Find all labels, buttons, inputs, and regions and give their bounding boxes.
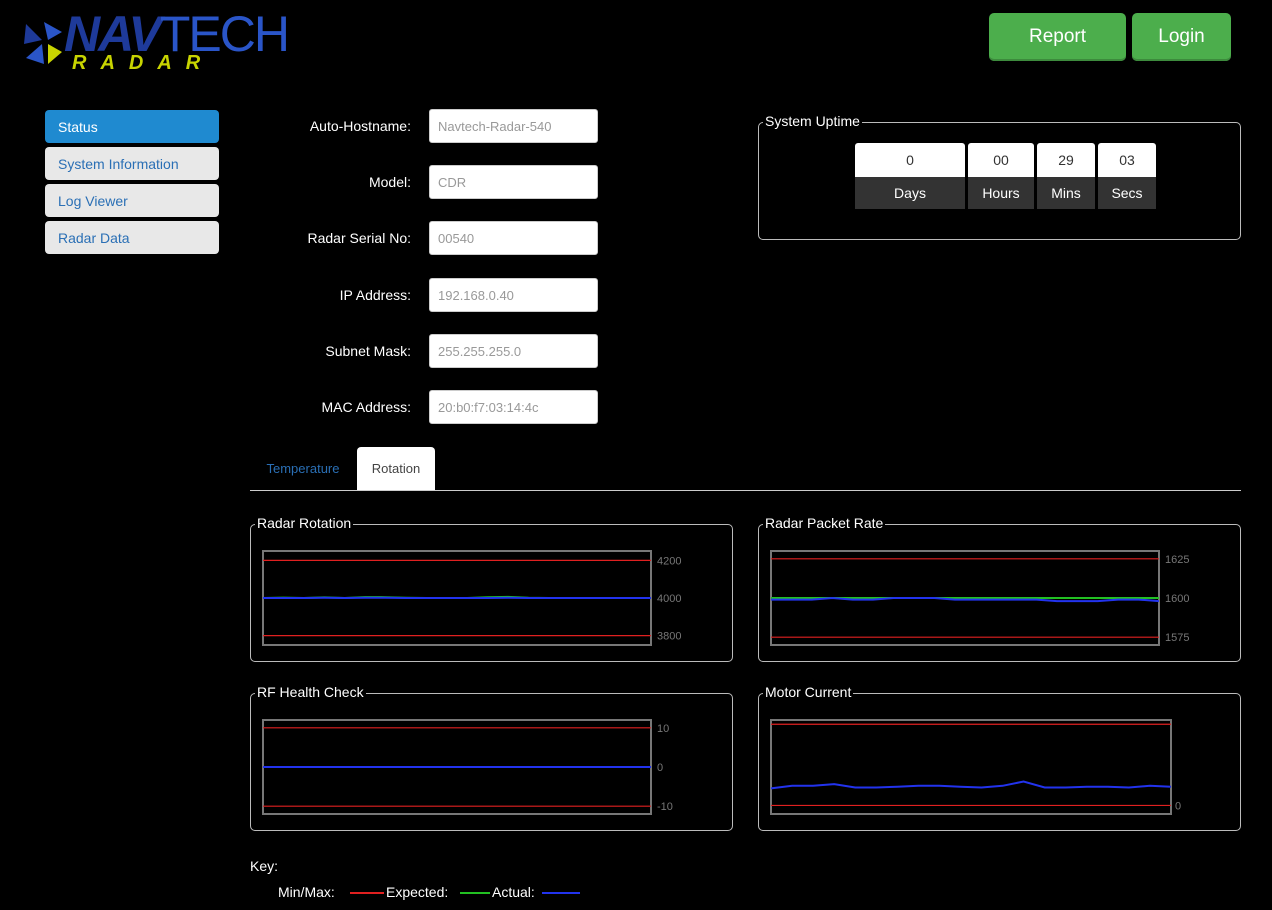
motor-current-chart: 0 (770, 719, 1181, 815)
plot-frame (770, 719, 1172, 815)
uptime-secs: 03 Secs (1098, 143, 1156, 209)
login-button[interactable]: Login (1132, 13, 1231, 61)
uptime-mins-value: 29 (1037, 143, 1095, 177)
y-tick-label: 4000 (657, 593, 681, 605)
y-tick-label: 1575 (1165, 632, 1189, 644)
key-min-max-swatch (350, 892, 384, 894)
hostname-row: Auto-Hostname: (250, 109, 610, 143)
tab-rotation[interactable]: Rotation (357, 447, 435, 490)
uptime-days-value: 0 (855, 143, 965, 177)
hostname-field[interactable] (429, 109, 598, 143)
key-min-max-label: Min/Max: (278, 884, 335, 900)
key-actual-swatch (542, 892, 580, 894)
report-button[interactable]: Report (989, 13, 1126, 61)
sidebar-item-log-viewer[interactable]: Log Viewer (45, 184, 219, 217)
serial-label: Radar Serial No: (307, 230, 412, 246)
key-actual-label: Actual: (492, 884, 535, 900)
uptime-mins-label: Mins (1037, 177, 1095, 209)
y-tick-label: 4200 (657, 555, 681, 567)
ip-field[interactable] (429, 278, 598, 312)
system-uptime-panel: System Uptime 0 Days 00 Hours 29 Mins 03… (758, 113, 1241, 240)
y-tick-label: 10 (657, 723, 669, 735)
radar-rotation-panel: Radar Rotation 4200 4000 3800 (250, 515, 733, 662)
uptime-hours-label: Hours (968, 177, 1034, 209)
model-label: Model: (368, 174, 411, 190)
mac-field[interactable] (429, 390, 598, 424)
y-tick-label: 0 (1175, 800, 1181, 812)
uptime-hours-value: 00 (968, 143, 1034, 177)
uptime-secs-value: 03 (1098, 143, 1156, 177)
y-tick-label: 1625 (1165, 554, 1189, 566)
key-expected-label: Expected: (386, 884, 449, 900)
radar-logo-icon (24, 22, 62, 64)
tab-temperature[interactable]: Temperature (254, 447, 352, 490)
uptime-days: 0 Days (855, 143, 965, 209)
sidebar-item-status[interactable]: Status (45, 110, 219, 143)
serial-field[interactable] (429, 221, 598, 255)
model-field[interactable] (429, 165, 598, 199)
uptime-mins: 29 Mins (1037, 143, 1095, 209)
key-expected-swatch (460, 892, 490, 894)
uptime-secs-label: Secs (1098, 177, 1156, 209)
rf-health-check-panel: RF Health Check 10 0 -10 (250, 684, 733, 831)
y-tick-label: -10 (657, 801, 673, 813)
chart-tabs: Temperature Rotation (250, 447, 1241, 491)
actual-series-line (770, 780, 1172, 790)
y-tick-label: 0 (657, 762, 663, 774)
rf-health-check-chart: 10 0 -10 (262, 719, 673, 815)
y-tick-label: 1600 (1165, 593, 1189, 605)
radar-rotation-chart: 4200 4000 3800 (262, 550, 681, 646)
logo-subtitle: RADAR (72, 52, 215, 74)
mac-row: MAC Address: (250, 390, 610, 424)
motor-current-panel: Motor Current 0 (758, 684, 1241, 831)
sidebar-nav: Status System Information Log Viewer Rad… (45, 110, 219, 258)
uptime-days-label: Days (855, 177, 965, 209)
radar-packet-rate-chart: 1625 1600 1575 (770, 550, 1189, 646)
uptime-hours: 00 Hours (968, 143, 1034, 209)
sidebar-item-system-information[interactable]: System Information (45, 147, 219, 180)
chart-key: Min/Max: Expected: Actual: (278, 884, 598, 902)
subnet-row: Subnet Mask: (250, 334, 610, 368)
hostname-label: Auto-Hostname: (309, 118, 411, 134)
y-tick-label: 3800 (657, 631, 681, 643)
sidebar-item-radar-data[interactable]: Radar Data (45, 221, 219, 254)
ip-row: IP Address: (250, 278, 610, 312)
key-title: Key: (250, 858, 279, 874)
ip-label: IP Address: (339, 287, 411, 303)
subnet-field[interactable] (429, 334, 598, 368)
navtech-logo: NAVTECH RADAR (22, 8, 290, 74)
model-row: Model: (250, 165, 610, 199)
subnet-label: Subnet Mask: (325, 343, 411, 359)
serial-row: Radar Serial No: (250, 221, 610, 255)
system-uptime-title: System Uptime (763, 113, 862, 129)
mac-label: MAC Address: (321, 399, 411, 415)
radar-packet-rate-panel: Radar Packet Rate 1625 1600 1575 (758, 515, 1241, 662)
